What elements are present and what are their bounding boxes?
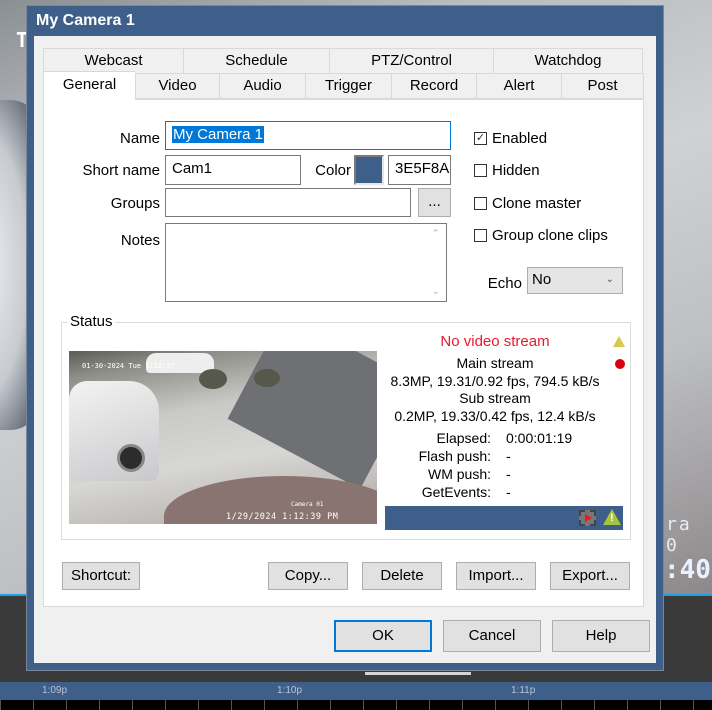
general-tab-page: Name My Camera 1 Short name Cam1 Color 3… (43, 99, 644, 607)
getevents-value: - (506, 484, 511, 500)
groups-label: Groups (110, 195, 160, 212)
clone-master-checkbox[interactable]: Clone master (474, 195, 581, 212)
hidden-label: Hidden (492, 162, 540, 179)
groups-browse-button[interactable]: ... (418, 188, 451, 217)
video-clip-icon[interactable] (579, 510, 596, 526)
export-button[interactable]: Export... (550, 562, 630, 590)
camera-settings-dialog: My Camera 1 Webcast Schedule PTZ/Control… (26, 5, 664, 671)
tab-watchdog[interactable]: Watchdog (493, 48, 643, 74)
status-groupbox: Status 01-30-2024 Tue 1:12:37 Camera 01 … (61, 313, 631, 540)
checkbox-unchecked-icon (474, 229, 487, 242)
recording-dot-icon (615, 359, 625, 369)
elapsed-value: 0:00:01:19 (506, 430, 573, 446)
camera-status-bar (385, 506, 623, 530)
tab-trigger[interactable]: Trigger (305, 73, 391, 99)
enabled-checkbox[interactable]: ✓ Enabled (474, 130, 547, 147)
delete-button[interactable]: Delete (362, 562, 442, 590)
groups-input[interactable] (165, 188, 411, 217)
name-label: Name (119, 130, 160, 147)
notes-textarea[interactable] (165, 223, 447, 302)
notes-label: Notes (120, 232, 160, 249)
thumbnail-osd-top: 01-30-2024 Tue 1:12:37 (82, 362, 175, 370)
help-button[interactable]: Help (552, 620, 650, 652)
dialog-body: Webcast Schedule PTZ/Control Watchdog Ge… (34, 36, 656, 663)
import-button[interactable]: Import... (456, 562, 536, 590)
flash-push-label: Flash push: (418, 448, 491, 464)
play-icon (585, 514, 592, 522)
echo-select[interactable]: No ⌄ (527, 267, 623, 294)
checkbox-checked-icon: ✓ (474, 132, 487, 145)
color-label: Color (315, 162, 351, 179)
color-swatch-button[interactable] (354, 155, 384, 185)
enabled-label: Enabled (492, 130, 548, 147)
shortcut-button[interactable]: Shortcut: (62, 562, 140, 590)
echo-label: Echo (487, 275, 522, 292)
background-osd-camera: ra 0 (666, 514, 692, 556)
cancel-button[interactable]: Cancel (443, 620, 541, 652)
thumbnail-wheel (117, 444, 145, 472)
main-stream-value: 8.3MP, 19.31/0.92 fps, 794.5 kB/s (390, 373, 600, 389)
main-stream-label: Main stream (456, 355, 534, 371)
wm-push-label: WM push: (427, 466, 491, 482)
thumbnail-bush (199, 369, 227, 389)
camera-thumbnail[interactable]: 01-30-2024 Tue 1:12:37 Camera 01 1/29/20… (69, 351, 377, 524)
background-osd-time: :40 (664, 555, 711, 585)
thumbnail-suv (69, 381, 159, 481)
tab-row-lower: General Video Audio Trigger Record Alert… (43, 71, 644, 100)
tab-alert[interactable]: Alert (476, 73, 561, 99)
tab-schedule[interactable]: Schedule (183, 48, 329, 74)
tab-audio[interactable]: Audio (219, 73, 305, 99)
timeline-label: 1:11p (511, 685, 536, 696)
wm-push-value: - (506, 466, 511, 482)
warning-icon (613, 336, 625, 347)
getevents-label: GetEvents: (421, 484, 491, 500)
dialog-title: My Camera 1 (36, 12, 135, 29)
color-hex-input[interactable]: 3E5F8A (388, 155, 451, 185)
timeline-label: 1:09p (42, 685, 68, 696)
clone-master-label: Clone master (492, 195, 582, 212)
copy-button[interactable]: Copy... (268, 562, 348, 590)
name-value: My Camera 1 (172, 126, 265, 143)
tab-record[interactable]: Record (391, 73, 476, 99)
group-clone-clips-checkbox[interactable]: Group clone clips (474, 227, 608, 244)
sub-stream-value: 0.2MP, 19.33/0.42 fps, 12.4 kB/s (394, 408, 596, 424)
timeline-bar[interactable]: 1:09p 1:10p 1:11p (0, 682, 712, 700)
flash-push-value: - (506, 448, 511, 464)
tab-ptz-control[interactable]: PTZ/Control (329, 48, 493, 74)
echo-value: No (532, 271, 552, 288)
tab-post[interactable]: Post (561, 73, 644, 99)
checkbox-unchecked-icon (474, 197, 487, 210)
chevron-down-icon: ⌄ (605, 274, 614, 285)
thumbnail-road (227, 351, 377, 490)
no-video-alert: No video stream (440, 333, 550, 350)
short-name-input[interactable]: Cam1 (165, 155, 301, 185)
hidden-checkbox[interactable]: Hidden (474, 162, 540, 179)
resize-handle[interactable] (365, 672, 471, 675)
checkbox-unchecked-icon (474, 164, 487, 177)
tab-video[interactable]: Video (135, 73, 219, 99)
timeline-ticks (0, 700, 712, 710)
short-name-label: Short name (82, 162, 160, 179)
thumbnail-osd-camera: Camera 01 (291, 501, 324, 508)
name-input[interactable]: My Camera 1 (165, 121, 451, 150)
alert-triangle-icon[interactable] (603, 509, 621, 525)
sub-stream-label: Sub stream (459, 390, 531, 406)
elapsed-label: Elapsed: (436, 430, 491, 446)
group-clone-clips-label: Group clone clips (492, 227, 608, 244)
timeline-label: 1:10p (277, 685, 303, 696)
status-group-title: Status (68, 313, 115, 330)
tab-general[interactable]: General (43, 71, 135, 100)
thumbnail-osd-time: 1/29/2024 1:12:39 PM (226, 512, 339, 522)
ok-button[interactable]: OK (334, 620, 432, 652)
thumbnail-bush (254, 369, 280, 387)
